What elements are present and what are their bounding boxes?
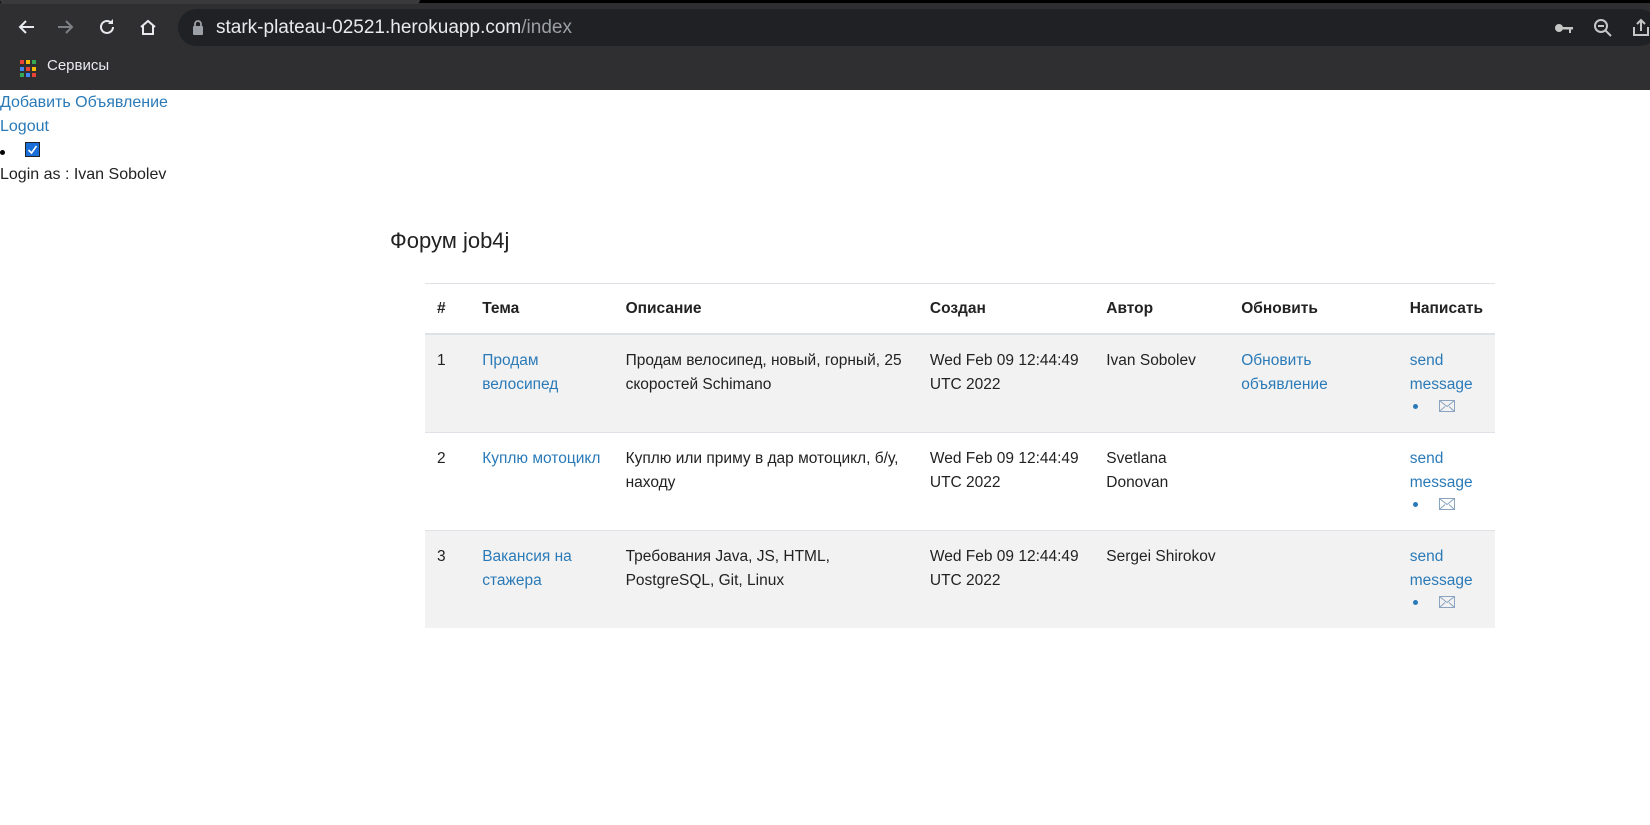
bullet: [1412, 599, 1418, 605]
topic-link[interactable]: Куплю мотоцикл: [482, 450, 600, 467]
reload-icon: [100, 19, 114, 34]
url-path: /index: [521, 17, 572, 38]
key-icon[interactable]: [1553, 17, 1575, 39]
row-num: 1: [425, 333, 471, 433]
update-link[interactable]: Обновить объявление: [1241, 352, 1327, 393]
login-status: Login as : Ivan Sobolev: [0, 166, 167, 183]
table-header-row: # Тема Описание Создан Автор Обновить На…: [425, 283, 1495, 335]
row-created: Wed Feb 09 12:44:49 UTC 2022: [917, 530, 1095, 628]
home-icon: [140, 19, 156, 35]
add-ad-link[interactable]: Добавить Объявление: [0, 94, 168, 112]
url-host: stark-plateau-02521.herokuapp.com: [216, 17, 522, 38]
envelope-icon[interactable]: [1438, 596, 1455, 608]
page-title: Форум job4j: [390, 228, 510, 253]
share-icon[interactable]: [1630, 17, 1650, 39]
active-tab[interactable]: [0, 0, 420, 4]
bullet: [1412, 403, 1418, 409]
topic-link[interactable]: Продам велосипед: [482, 352, 558, 393]
home-button[interactable]: [131, 10, 165, 44]
header-num: #: [425, 283, 471, 335]
topic-link[interactable]: Вакансия на стажера: [482, 548, 572, 589]
forward-arrow-icon: [58, 20, 74, 34]
row-description: Продам велосипед, новый, горный, 25 скор…: [613, 333, 918, 433]
row-num: 3: [425, 530, 471, 628]
message-list: [1410, 593, 1483, 611]
header-created: Создан: [917, 283, 1095, 335]
row-author: Ivan Sobolev: [1094, 333, 1230, 433]
back-button[interactable]: [10, 10, 44, 44]
url-text[interactable]: stark-plateau-02521.herokuapp.com/index: [216, 17, 572, 39]
header-write: Написать: [1397, 283, 1495, 335]
header-update: Обновить: [1229, 283, 1398, 335]
send-message-link[interactable]: send message: [1410, 352, 1473, 393]
table-row: 1 Продам велосипед Продам велосипед, нов…: [425, 333, 1495, 433]
row-description: Требования Java, JS, HTML, PostgreSQL, G…: [613, 530, 918, 628]
zoom-icon[interactable]: [1592, 17, 1614, 39]
message-list: [1410, 397, 1483, 415]
reload-button[interactable]: [90, 10, 124, 44]
apps-grid-icon[interactable]: [20, 60, 38, 78]
send-message-link[interactable]: send message: [1410, 450, 1473, 491]
table-row: 3 Вакансия на стажера Требования Java, J…: [425, 530, 1495, 628]
row-created: Wed Feb 09 12:44:49 UTC 2022: [917, 333, 1095, 433]
bullet: [0, 150, 5, 155]
bookmark-services[interactable]: Сервисы: [47, 57, 109, 74]
header-topic: Тема: [470, 283, 614, 335]
table-row: 2 Куплю мотоцикл Куплю или приму в дар м…: [425, 432, 1495, 531]
checkbox-check-icon: [27, 145, 38, 155]
logout-link[interactable]: Logout: [0, 118, 49, 136]
message-list: [1410, 495, 1483, 513]
row-created: Wed Feb 09 12:44:49 UTC 2022: [917, 432, 1095, 531]
list-item: [0, 142, 60, 162]
row-author: Sergei Shirokov: [1094, 530, 1230, 628]
address-bar[interactable]: stark-plateau-02521.herokuapp.com/index: [178, 9, 1650, 46]
checkbox[interactable]: [25, 142, 40, 157]
back-arrow-icon: [18, 20, 34, 34]
header-author: Автор: [1094, 283, 1230, 335]
bullet: [1412, 501, 1418, 507]
forward-button[interactable]: [48, 10, 82, 44]
envelope-icon[interactable]: [1438, 498, 1455, 510]
row-num: 2: [425, 432, 471, 531]
browser-toolbar: stark-plateau-02521.herokuapp.com/index …: [0, 0, 1650, 90]
lock-icon: [193, 20, 203, 35]
header-description: Описание: [613, 283, 918, 335]
envelope-icon[interactable]: [1438, 400, 1455, 412]
send-message-link[interactable]: send message: [1410, 548, 1473, 589]
ads-table: # Тема Описание Создан Автор Обновить На…: [425, 283, 1495, 628]
row-description: Куплю или приму в дар мотоцикл, б/у, нах…: [613, 432, 918, 531]
row-author: Svetlana Donovan: [1094, 432, 1230, 531]
